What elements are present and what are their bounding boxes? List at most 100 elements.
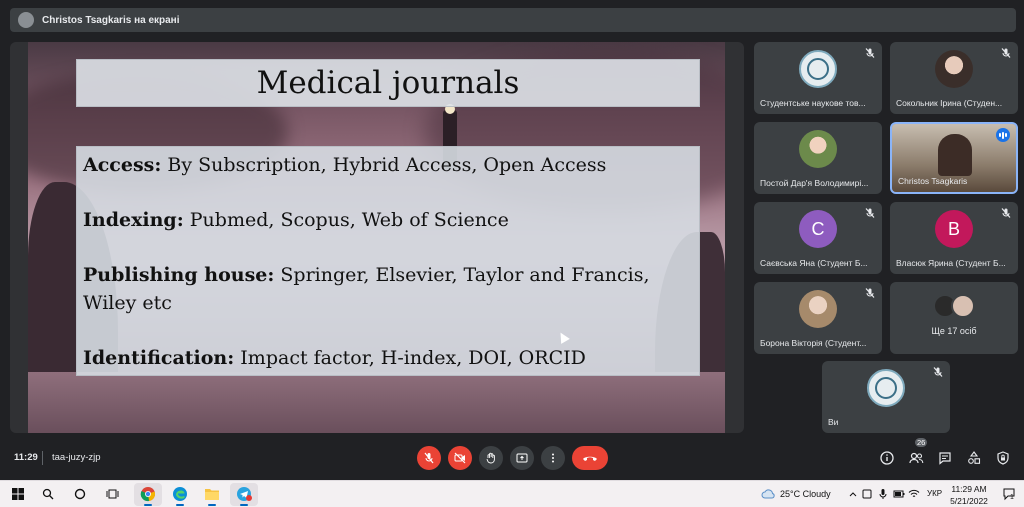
folder-icon [205,489,219,500]
meeting-time: 11:29 [14,452,38,463]
avatar [799,290,837,328]
mic-off-icon [865,48,875,58]
self-tile[interactable]: Ви [822,361,950,433]
start-button[interactable] [10,486,26,502]
task-view-button[interactable] [104,486,120,502]
participant-name: Постой Дар'я Володимирі... [760,178,869,188]
chat-button[interactable] [936,449,954,467]
participant-tile[interactable]: Сокольник Ірина (Студен... [890,42,1018,114]
system-clock[interactable]: 11:29 AM 5/21/2022 [943,483,995,507]
activities-icon [968,451,981,464]
university-emblem-icon [799,50,837,88]
telegram-icon [237,487,252,501]
avatar: С [799,210,837,248]
people-count-badge: 26 [915,438,928,447]
slide-title-box: Medical journals [76,59,700,107]
row-label: Indexing: [83,209,184,231]
windows-logo-icon [12,488,24,500]
grouped-avatars [933,294,975,318]
presentation-slide: Medical journals Access: By Subscription… [28,42,725,433]
participant-name: Ви [828,417,839,427]
people-button[interactable] [907,449,925,467]
meet-indicator-icon[interactable] [862,488,872,500]
row-label: Access: [83,154,162,176]
row-label: Publishing house: [83,264,275,286]
row-text: Pubmed, Scopus, Web of Science [183,209,509,231]
search-button[interactable] [40,486,56,502]
mic-off-icon [1001,48,1011,58]
divider [42,451,43,465]
cortana-icon [74,488,86,500]
people-icon [908,452,923,464]
notification-count: 1 [1010,494,1014,501]
phone-hangup-icon [583,456,597,461]
clock-date: 5/21/2022 [950,496,988,506]
participant-tile-speaking[interactable]: Christos Tsagkaris [890,122,1018,194]
participant-name: Борона Вікторія (Студент... [760,338,867,348]
participant-name: Студентське наукове тов... [760,98,866,108]
participant-tile[interactable]: Борона Вікторія (Студент... [754,282,882,354]
task-view-icon [106,489,118,499]
slide-content: Access: By Subscription, Hybrid Access, … [76,146,700,376]
slide-title: Medical journals [256,65,520,101]
more-vert-icon [552,453,554,463]
slide-row-access: Access: By Subscription, Hybrid Access, … [83,151,693,179]
clock-time: 11:29 AM [951,484,987,494]
edge-icon [173,487,187,501]
chevron-up-icon[interactable] [848,489,858,499]
host-controls-button[interactable] [994,449,1012,467]
mic-off-icon [424,452,434,464]
camera-off-button[interactable] [448,446,472,470]
participant-tile[interactable]: С Саєвська Яна (Студент Б... [754,202,882,274]
presenting-text: Christos Tsagkaris на екрані [42,14,180,26]
taskbar-app-chrome[interactable] [134,483,162,506]
wifi-icon[interactable] [908,488,920,500]
avatar [935,50,973,88]
slide-row-indexing: Indexing: Pubmed, Scopus, Web of Science [83,206,693,234]
cortana-button[interactable] [72,486,88,502]
university-emblem-icon [867,369,905,407]
mic-off-button[interactable] [417,446,441,470]
raise-hand-button[interactable] [479,446,503,470]
slide-row-publishing: Publishing house: Springer, Elsevier, Ta… [83,261,693,317]
participant-name: Сокольник Ірина (Студен... [896,98,1003,108]
chrome-icon [140,487,155,502]
participant-tile[interactable]: В Власюк Ярина (Студент Б... [890,202,1018,274]
participant-name: Власюк Ярина (Студент Б... [896,258,1006,268]
mic-off-icon [865,288,875,298]
mic-off-icon [1001,208,1011,218]
present-screen-icon [516,453,528,463]
taskbar-app-telegram[interactable] [230,483,258,506]
search-icon [42,488,54,500]
info-icon [880,451,894,465]
taskbar-app-explorer[interactable] [198,483,226,506]
windows-taskbar: 25°C Cloudy УКР 11:29 AM 5/21/2022 1 [0,480,1024,507]
more-participants-label: Ще 17 осіб [931,326,977,336]
background-sea [28,372,725,433]
keyboard-language[interactable]: УКР [927,489,942,498]
more-participants-tile[interactable]: Ще 17 осіб [890,282,1018,354]
participant-name: Christos Tsagkaris [898,176,968,186]
activities-button[interactable] [965,449,983,467]
microphone-icon[interactable] [878,488,888,500]
presenting-banner[interactable]: Christos Tsagkaris на екрані [10,8,1016,32]
camera-off-icon [454,452,466,464]
slide-row-identification: Identification: Impact factor, H-index, … [83,344,693,372]
battery-icon[interactable] [893,488,905,500]
participant-tile[interactable]: Студентське наукове тов... [754,42,882,114]
avatar [799,130,837,168]
taskbar-app-edge[interactable] [166,483,194,506]
presenter-avatar [18,12,34,28]
participant-tile[interactable]: Постой Дар'я Володимирі... [754,122,882,194]
cloud-weather-icon [761,489,775,499]
meeting-code[interactable]: taa-juzy-zjp [52,452,101,463]
meeting-info-button[interactable] [878,449,896,467]
avatar: В [935,210,973,248]
row-text: By Subscription, Hybrid Access, Open Acc… [161,154,607,176]
present-button[interactable] [510,446,534,470]
end-call-button[interactable] [572,446,608,470]
mic-off-icon [933,367,943,377]
chat-icon [939,452,951,465]
more-options-button[interactable] [541,446,565,470]
weather-text[interactable]: 25°C Cloudy [780,489,831,499]
